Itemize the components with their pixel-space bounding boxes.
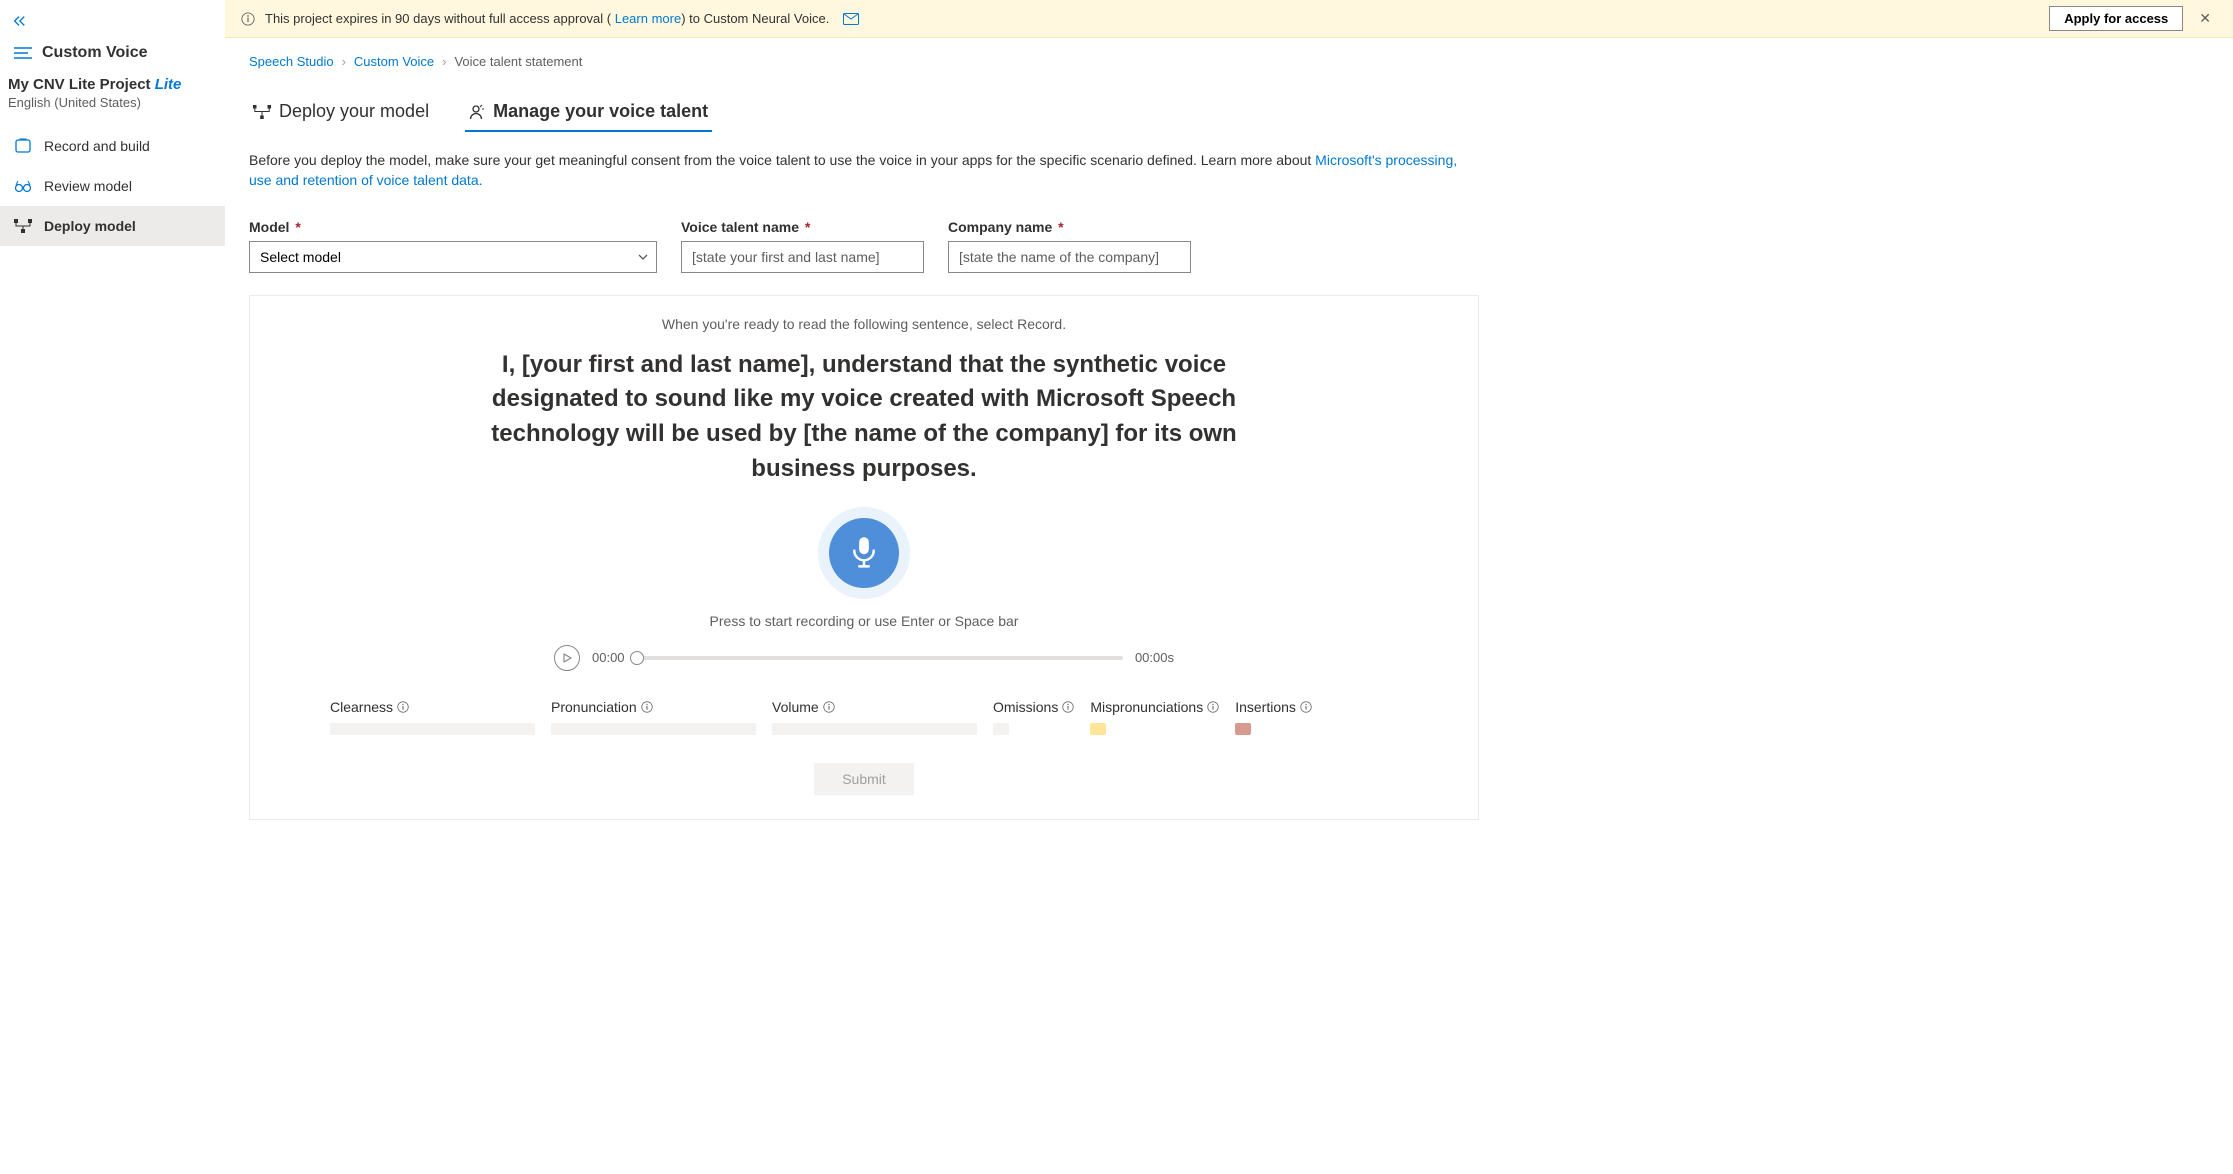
mail-icon[interactable] [843, 13, 859, 25]
mic-outer [818, 507, 910, 599]
sidebar-title-text: Custom Voice [42, 44, 148, 62]
project-info: My CNV Lite Project Lite English (United… [0, 72, 225, 126]
model-select-button[interactable]: Select model [249, 241, 657, 273]
metric-clearness-label: Clearness [330, 699, 535, 715]
project-name: My CNV Lite Project [8, 76, 151, 93]
tabs: Deploy your model Manage your voice tale… [249, 93, 2209, 132]
consent-statement: I, [your first and last name], understan… [484, 348, 1244, 487]
sidebar-item-deploy[interactable]: Deploy model [0, 206, 225, 246]
banner: This project expires in 90 days without … [225, 0, 2233, 38]
info-icon[interactable] [823, 701, 835, 713]
tab-label: Deploy your model [279, 101, 429, 122]
model-label: Model * [249, 219, 657, 235]
metric-omissions-bar [993, 723, 1009, 735]
sidebar-collapse-button[interactable] [0, 8, 225, 34]
talent-name-label: Voice talent name * [681, 219, 924, 235]
info-icon[interactable] [397, 701, 409, 713]
apply-access-button[interactable]: Apply for access [2049, 6, 2183, 31]
info-icon[interactable] [641, 701, 653, 713]
metric-volume-bar [772, 723, 977, 735]
menu-icon [14, 46, 32, 60]
main-content: This project expires in 90 days without … [225, 0, 2233, 1174]
learn-more-link[interactable]: Learn more [611, 11, 681, 26]
company-name-input[interactable] [948, 241, 1191, 273]
seek-handle[interactable] [630, 651, 644, 665]
tab-manage-talent[interactable]: Manage your voice talent [465, 93, 712, 132]
sidebar-title: Custom Voice [0, 34, 225, 72]
metric-insertions-label: Insertions [1235, 699, 1312, 715]
company-name-label: Company name * [948, 219, 1191, 235]
form-row: Model * Select model Voice talent name *… [249, 219, 2209, 273]
ready-instruction: When you're ready to read the following … [310, 316, 1418, 332]
statement-panel: When you're ready to read the following … [249, 295, 1479, 820]
metric-pronunciation-label: Pronunciation [551, 699, 756, 715]
seek-track[interactable] [637, 656, 1123, 660]
metric-insertions-bar [1235, 723, 1251, 735]
play-icon [562, 653, 572, 663]
microphone-icon [849, 536, 879, 570]
person-icon [469, 104, 485, 120]
record-icon [15, 138, 31, 154]
time-total: 00:00s [1135, 650, 1174, 665]
metric-omissions-label: Omissions [993, 699, 1074, 715]
record-button[interactable] [829, 518, 899, 588]
project-badge: Lite [155, 76, 182, 93]
press-instruction: Press to start recording or use Enter or… [310, 613, 1418, 629]
sidebar-item-label: Deploy model [44, 218, 136, 234]
talent-name-input[interactable] [681, 241, 924, 273]
tab-deploy-model[interactable]: Deploy your model [249, 93, 433, 132]
chevron-right-icon: › [342, 54, 346, 69]
deploy-icon [253, 105, 271, 119]
info-icon [241, 12, 255, 26]
time-current: 00:00 [592, 650, 625, 665]
deploy-icon [14, 219, 32, 233]
info-icon[interactable] [1207, 701, 1219, 713]
sidebar-item-review[interactable]: Review model [0, 166, 225, 206]
metric-volume-label: Volume [772, 699, 977, 715]
sidebar: Custom Voice My CNV Lite Project Lite En… [0, 0, 225, 1174]
sidebar-item-record[interactable]: Record and build [0, 126, 225, 166]
metrics-row: Clearness Pronunciation Volume Omissions [310, 699, 1418, 735]
sidebar-item-label: Review model [44, 178, 132, 194]
glasses-icon [14, 179, 32, 193]
banner-text: This project expires in 90 days without … [265, 11, 829, 26]
play-button[interactable] [554, 645, 580, 671]
tab-label: Manage your voice talent [493, 101, 708, 122]
info-icon[interactable] [1062, 701, 1074, 713]
close-icon[interactable]: ✕ [2193, 10, 2217, 27]
metric-mispronunciations-bar [1090, 723, 1106, 735]
model-select[interactable]: Select model [249, 241, 657, 273]
breadcrumb-custom-voice[interactable]: Custom Voice [354, 54, 434, 69]
metric-pronunciation-bar [551, 723, 756, 735]
metric-mispronunciations-label: Mispronunciations [1090, 699, 1219, 715]
chevron-double-left-icon [12, 14, 26, 28]
intro-text: Before you deploy the model, make sure y… [249, 150, 1479, 191]
sidebar-item-label: Record and build [44, 138, 150, 154]
breadcrumb-current: Voice talent statement [454, 54, 582, 69]
submit-button[interactable]: Submit [814, 763, 914, 795]
breadcrumb-speech-studio[interactable]: Speech Studio [249, 54, 334, 69]
audio-player: 00:00 00:00s [554, 645, 1174, 671]
breadcrumb: Speech Studio › Custom Voice › Voice tal… [249, 54, 2209, 69]
chevron-right-icon: › [442, 54, 446, 69]
info-icon[interactable] [1300, 701, 1312, 713]
project-language: English (United States) [8, 95, 211, 110]
metric-clearness-bar [330, 723, 535, 735]
